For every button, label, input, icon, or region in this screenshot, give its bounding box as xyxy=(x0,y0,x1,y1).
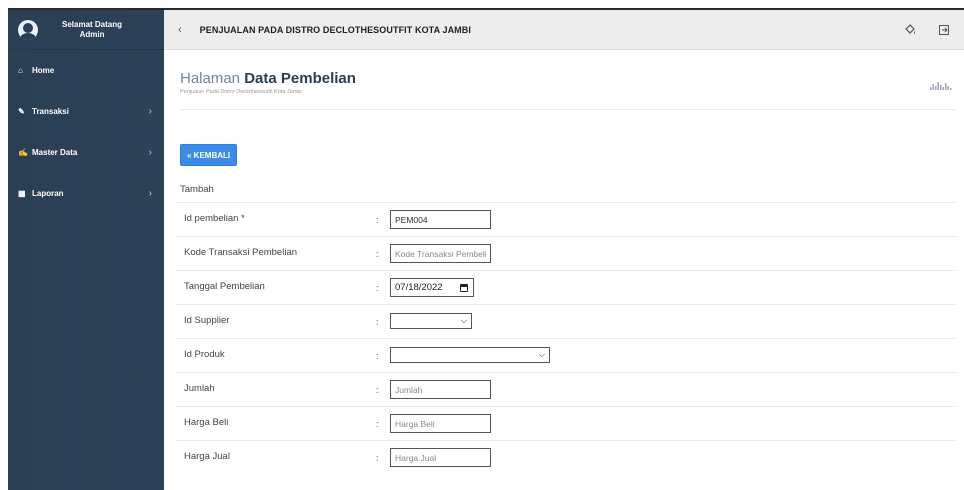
harga-jual-input[interactable] xyxy=(390,448,491,467)
calendar-icon[interactable] xyxy=(460,284,468,292)
colon: : xyxy=(376,249,379,259)
date-value: 07/18/2022 xyxy=(395,282,443,293)
harga-beli-input[interactable] xyxy=(390,414,491,433)
page-title-light: Halaman xyxy=(180,70,245,87)
page-subtitle: Penjualan Pada Distro Declothesoutfit Ko… xyxy=(180,89,302,95)
topbar: ‹ PENJUALAN PADA DISTRO DECLOTHESOUTFIT … xyxy=(164,10,964,50)
id-pembelian-input[interactable] xyxy=(390,210,491,229)
logout-icon[interactable] xyxy=(938,24,950,36)
back-button[interactable]: « KEMBALI xyxy=(180,144,238,166)
kode-transaksi-input[interactable] xyxy=(390,244,491,263)
home-icon: ⌂ xyxy=(18,66,23,75)
chevron-down-icon: ⌵ xyxy=(460,316,467,325)
sidebar-item-master-data[interactable]: ✍ Master Data › xyxy=(8,132,164,173)
sidebar-item-label: Home xyxy=(32,66,55,75)
field-label: Kode Transaksi Pembelian xyxy=(184,247,298,258)
chevron-down-icon: ⌵ xyxy=(538,350,545,359)
page-title: Halaman Data Pembelian xyxy=(180,70,956,87)
paint-bucket-icon[interactable] xyxy=(904,24,916,36)
page-title-bold: Data Pembelian xyxy=(244,70,356,87)
pencil-icon: ✎ xyxy=(18,107,25,116)
calendar-icon: ▦ xyxy=(18,189,26,198)
form-row-jumlah: Jumlah : xyxy=(176,372,956,406)
form-row-id-produk: Id Produk : ⌵ xyxy=(176,338,956,372)
field-label: Harga Beli xyxy=(184,417,229,428)
form-row-harga-beli: Harga Beli : xyxy=(176,406,956,440)
form-row-id-pembelian: Id pembelian * : xyxy=(176,202,956,236)
field-label: Id pembelian * xyxy=(184,213,245,224)
form-heading: Tambah xyxy=(180,184,214,195)
colon: : xyxy=(376,453,379,463)
sidebar-item-transaksi[interactable]: ✎ Transaksi › xyxy=(8,91,164,132)
sidebar: Selamat Datang Admin ⌂ Home ✎ Transaksi … xyxy=(8,10,164,490)
page-header: Halaman Data Pembelian Penjualan Pada Di… xyxy=(180,70,956,110)
app-title: PENJUALAN PADA DISTRO DECLOTHESOUTFIT KO… xyxy=(199,24,471,35)
form-row-tanggal: Tanggal Pembelian : 07/18/2022 xyxy=(176,270,956,304)
sidebar-item-label: Laporan xyxy=(32,189,64,198)
sidebar-item-label: Transaksi xyxy=(32,107,69,116)
sidebar-nav: ⌂ Home ✎ Transaksi › ✍ Master Data › ▦ L… xyxy=(8,50,164,214)
colon: : xyxy=(376,317,379,327)
colon: : xyxy=(376,351,379,361)
id-produk-select[interactable]: ⌵ xyxy=(390,347,550,363)
form-row-harga-jual: Harga Jual : xyxy=(176,440,956,474)
bar-chart-icon xyxy=(930,82,952,90)
field-label: Harga Jual xyxy=(184,451,230,462)
form-row-kode-transaksi: Kode Transaksi Pembelian : xyxy=(176,236,956,270)
colon: : xyxy=(376,283,379,293)
colon: : xyxy=(376,385,379,395)
sidebar-item-laporan[interactable]: ▦ Laporan › xyxy=(8,173,164,214)
chevron-right-icon: › xyxy=(148,106,152,117)
colon: : xyxy=(376,215,379,225)
purchase-form: Id pembelian * : Kode Transaksi Pembelia… xyxy=(176,202,956,474)
user-name: Admin xyxy=(79,29,105,39)
profile: Selamat Datang Admin xyxy=(8,10,164,50)
field-label: Jumlah xyxy=(184,383,215,394)
menu-toggle-icon[interactable]: ‹ xyxy=(178,24,182,36)
greeting: Selamat Datang xyxy=(62,19,123,29)
colon: : xyxy=(376,419,379,429)
avatar xyxy=(18,19,38,40)
jumlah-input[interactable] xyxy=(390,380,491,399)
field-label: Id Produk xyxy=(184,349,225,360)
chevron-right-icon: › xyxy=(148,147,152,158)
app-frame: Selamat Datang Admin ⌂ Home ✎ Transaksi … xyxy=(8,8,964,490)
sidebar-item-home[interactable]: ⌂ Home xyxy=(8,50,164,91)
main-content: Halaman Data Pembelian Penjualan Pada Di… xyxy=(164,50,964,490)
field-label: Tanggal Pembelian xyxy=(184,281,265,292)
id-supplier-select[interactable]: ⌵ xyxy=(390,313,472,329)
chevron-right-icon: › xyxy=(148,188,152,199)
sidebar-item-label: Master Data xyxy=(32,148,78,157)
form-row-id-supplier: Id Supplier : ⌵ xyxy=(176,304,956,338)
profile-text: Selamat Datang Admin xyxy=(62,20,122,40)
tanggal-date-input[interactable]: 07/18/2022 xyxy=(390,278,474,297)
field-label: Id Supplier xyxy=(184,315,230,326)
edit-icon: ✍ xyxy=(18,148,28,157)
